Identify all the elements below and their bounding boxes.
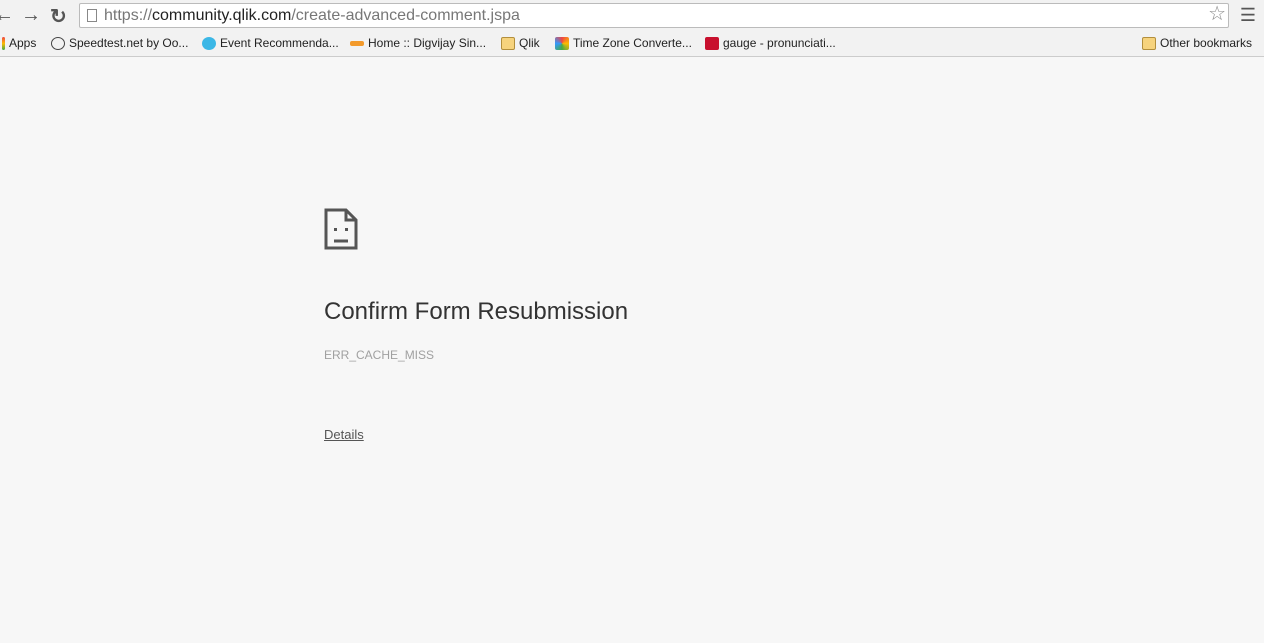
bookmark-other[interactable]: Other bookmarks — [1142, 36, 1252, 50]
speedometer-icon — [51, 36, 65, 50]
globe-icon — [202, 36, 216, 50]
bookmark-home[interactable]: Home :: Digvijay Sin... — [350, 36, 486, 50]
bookmark-label: Home :: Digvijay Sin... — [368, 36, 487, 50]
folder-icon — [1142, 36, 1156, 50]
menu-icon[interactable]: ☰ — [1240, 5, 1256, 26]
bookmark-label: gauge - pronunciati... — [723, 36, 836, 50]
url-host: community.qlik.com — [152, 7, 292, 24]
apps-icon — [2, 36, 5, 50]
bookmark-qlik[interactable]: Qlik — [501, 36, 540, 50]
bookmark-apps[interactable]: Apps — [2, 36, 36, 50]
error-title: Confirm Form Resubmission — [324, 298, 629, 325]
dictionary-icon — [705, 36, 719, 50]
bookmark-timezone[interactable]: Time Zone Converte... — [555, 36, 692, 50]
page-icon — [87, 9, 97, 22]
bookmark-label: Apps — [9, 36, 37, 50]
bookmarks-bar: Apps Speedtest.net by Oo... Event Recomm… — [0, 30, 1264, 57]
bookmark-event[interactable]: Event Recommenda... — [202, 36, 339, 50]
url-path: /create-advanced-comment.jspa — [291, 7, 520, 24]
bookmark-label: Speedtest.net by Oo... — [69, 36, 189, 50]
bookmark-speedtest[interactable]: Speedtest.net by Oo... — [51, 36, 188, 50]
back-button[interactable]: ← — [0, 4, 14, 27]
browser-toolbar: ← → ↻ https://community.qlik.com/create-… — [0, 0, 1264, 30]
url-scheme: https:// — [104, 7, 153, 24]
sad-page-icon — [324, 208, 358, 255]
forward-button[interactable]: → — [21, 4, 41, 27]
reload-button[interactable]: ↻ — [50, 4, 67, 29]
key-icon — [350, 40, 364, 46]
bookmark-label: Other bookmarks — [1160, 36, 1253, 50]
details-link[interactable]: Details — [324, 427, 364, 442]
address-bar[interactable]: https://community.qlik.com/create-advanc… — [79, 3, 1229, 28]
bookmark-label: Qlik — [519, 36, 540, 50]
bookmark-label: Event Recommenda... — [220, 36, 339, 50]
error-code: ERR_CACHE_MISS — [324, 348, 435, 362]
bookmark-label: Time Zone Converte... — [573, 36, 692, 50]
bookmark-gauge[interactable]: gauge - pronunciati... — [705, 36, 836, 50]
bookmark-star-icon[interactable]: ☆ — [1208, 3, 1226, 26]
folder-icon — [501, 36, 515, 50]
clock-icon — [555, 36, 569, 50]
